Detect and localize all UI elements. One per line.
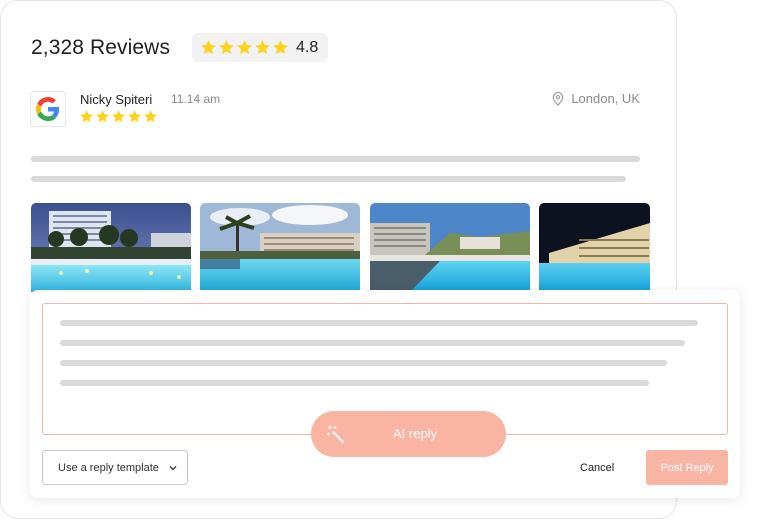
reply-text-placeholder-line — [60, 380, 649, 386]
hotel-night-pool[interactable] — [31, 203, 191, 292]
review-text-placeholder-line — [31, 156, 640, 162]
star-icon — [254, 39, 271, 56]
reply-panel: AI reply Use a reply template Cancel Pos… — [30, 290, 740, 498]
star-icon — [272, 39, 289, 56]
ai-reply-button[interactable]: AI reply — [311, 411, 506, 457]
star-icon — [111, 109, 126, 124]
star-icon — [236, 39, 253, 56]
reply-text-placeholder-line — [60, 360, 667, 366]
cancel-button[interactable]: Cancel — [580, 462, 614, 474]
hotel-palm-pool[interactable] — [200, 203, 360, 292]
google-icon — [30, 91, 66, 127]
resort-sunbed-pool[interactable] — [370, 203, 530, 292]
reviewer-name: Nicky Spiteri — [80, 92, 153, 107]
review-location: London, UK — [552, 91, 640, 106]
reviews-count: 2,328 Reviews — [31, 35, 171, 59]
star-icon — [127, 109, 142, 124]
reply-template-label: Use a reply template — [58, 461, 159, 474]
rating-value: 4.8 — [296, 38, 319, 56]
reply-template-select[interactable]: Use a reply template — [42, 450, 188, 485]
reviews-header: 2,328 Reviews 4.8 — [31, 33, 329, 62]
review-author-row: Nicky Spiteri 11.14 am London, UK — [30, 89, 640, 129]
magic-wand-icon — [327, 425, 344, 443]
review-stars — [79, 109, 159, 124]
star-icon — [200, 39, 217, 56]
rating-summary: 4.8 — [192, 33, 329, 62]
pool-night-lights[interactable] — [539, 203, 650, 292]
ai-reply-label: AI reply — [393, 426, 438, 441]
rating-stars — [200, 39, 290, 56]
reply-text-placeholder-line — [60, 340, 685, 346]
chevron-down-icon — [169, 466, 177, 471]
reply-text-placeholder-line — [60, 320, 698, 326]
map-pin-icon — [552, 91, 564, 106]
star-icon — [79, 109, 94, 124]
star-icon — [218, 39, 235, 56]
location-label: London, UK — [571, 91, 640, 106]
post-reply-button[interactable]: Post Reply — [646, 450, 728, 485]
star-icon — [143, 109, 158, 124]
review-time: 11.14 am — [171, 92, 221, 106]
star-icon — [95, 109, 110, 124]
review-text-placeholder-line — [31, 176, 626, 182]
